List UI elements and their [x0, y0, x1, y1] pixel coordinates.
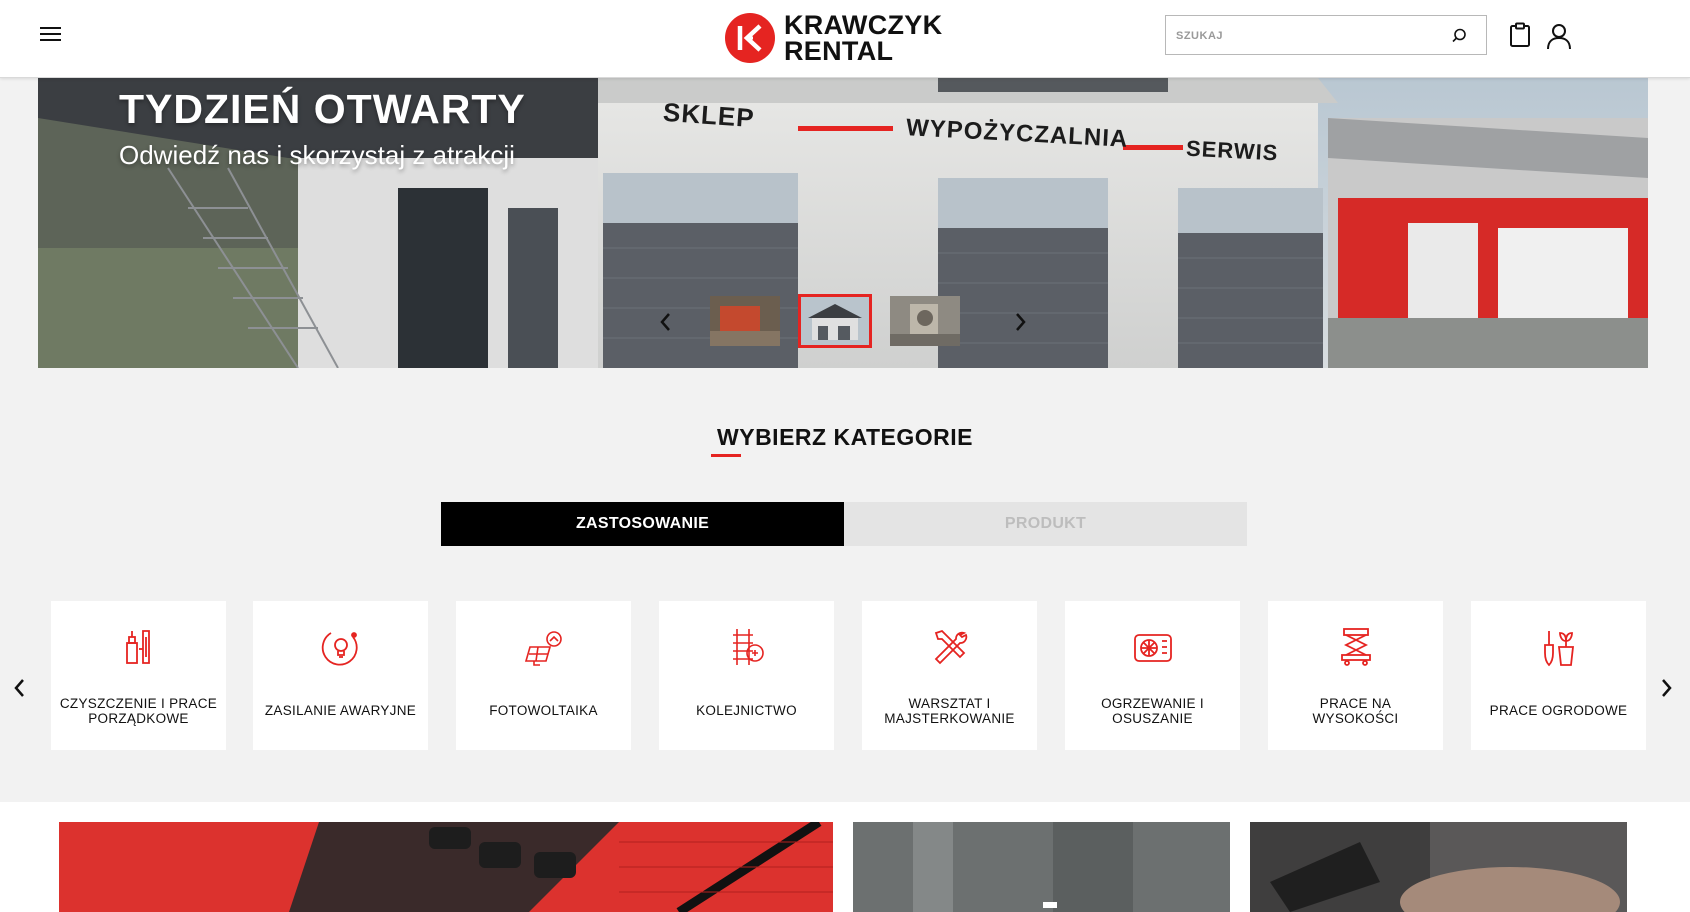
calculator-image [59, 822, 833, 912]
user-icon[interactable] [1545, 22, 1573, 50]
category-card-heating[interactable]: OGRZEWANIE I OSUSZANIE [1065, 601, 1240, 750]
category-label: PRACE OGRODOWE [1489, 703, 1628, 718]
clipboard-icon[interactable] [1509, 22, 1531, 48]
category-label: ZASILANIE AWARYJNE [264, 703, 417, 718]
heater-icon [1133, 634, 1172, 662]
category-label: PRACE NA WYSOKOŚCI [1312, 695, 1399, 726]
site-header: KRAWCZYK RENTAL [0, 0, 1690, 78]
logo-line-2: RENTAL [784, 35, 894, 66]
promo-tile-calculator[interactable] [59, 822, 833, 912]
sign-serwis: SERWIS [1185, 135, 1280, 166]
solar-panel-icon [524, 631, 562, 666]
thumb-3[interactable] [890, 296, 960, 346]
category-card-power[interactable]: ZASILANIE AWARYJNE [253, 601, 428, 750]
chevron-left-icon[interactable] [656, 310, 676, 334]
scissor-lift-icon [1340, 628, 1371, 666]
category-tabs: ZASTOSOWANIE PRODUKT [441, 502, 1247, 546]
cleaning-icon [125, 630, 150, 664]
promo-image-2 [853, 822, 1230, 912]
category-label: OGRZEWANIE I OSUSZANIE [1101, 695, 1204, 726]
chevron-right-icon[interactable] [1010, 310, 1030, 334]
promo-tile-2[interactable] [853, 822, 1230, 912]
hero-banner[interactable]: SKLEP WYPOŻYCZALNIA SERWIS TYDZIEŃ OTWAR… [38, 78, 1648, 368]
category-carousel: CZYSZCZENIE I PRACE PORZĄDKOWE ZASILANIE… [51, 601, 1646, 751]
category-card-cleaning[interactable]: CZYSZCZENIE I PRACE PORZĄDKOWE [51, 601, 226, 750]
category-card-workshop[interactable]: WARSZTAT I MAJSTERKOWANIE [862, 601, 1037, 750]
hero-subtitle: Odwiedź nas i skorzystaj z atrakcji [119, 140, 515, 170]
tab-zastosowanie[interactable]: ZASTOSOWANIE [441, 502, 844, 546]
lightbulb-icon [321, 632, 358, 666]
search-icon[interactable] [1450, 27, 1468, 45]
carousel-prev-icon[interactable] [10, 676, 30, 700]
title-underline [711, 454, 741, 457]
tab-produkt[interactable]: PRODUKT [844, 502, 1247, 546]
logo-mark-icon [725, 12, 775, 63]
promo-image-3 [1250, 822, 1627, 912]
logo-text: KRAWCZYK RENTAL [784, 9, 943, 66]
category-label: CZYSZCZENIE I PRACE PORZĄDKOWE [59, 695, 218, 726]
promo-tile-3[interactable] [1250, 822, 1627, 912]
menu-icon[interactable] [40, 27, 61, 43]
thumb-1[interactable] [710, 296, 780, 346]
category-label: WARSZTAT I MAJSTERKOWANIE [884, 695, 1015, 726]
logo-line-1: KRAWCZYK [784, 9, 943, 40]
search-box [1165, 15, 1487, 55]
section-title: WYBIERZ KATEGORIE [717, 424, 973, 450]
tools-icon [934, 629, 967, 665]
hero-title: TYDZIEŃ OTWARTY [119, 86, 526, 132]
category-label: KOLEJNICTWO [696, 703, 797, 718]
carousel-next-icon[interactable] [1656, 676, 1676, 700]
search-input[interactable] [1176, 26, 1436, 46]
thumb-2[interactable] [798, 294, 872, 348]
category-card-garden[interactable]: PRACE OGRODOWE [1471, 601, 1646, 750]
railway-icon [732, 629, 764, 665]
sign-sklep: SKLEP [662, 96, 756, 134]
plant-icon [1543, 631, 1574, 667]
hero-thumbnails [648, 294, 1078, 348]
category-label: FOTOWOLTAIKA [489, 703, 598, 718]
category-card-railway[interactable]: KOLEJNICTWO [659, 601, 834, 750]
category-card-height[interactable]: PRACE NA WYSOKOŚCI [1268, 601, 1443, 750]
logo[interactable]: KRAWCZYK RENTAL [725, 10, 950, 65]
category-card-solar[interactable]: FOTOWOLTAIKA [456, 601, 631, 750]
